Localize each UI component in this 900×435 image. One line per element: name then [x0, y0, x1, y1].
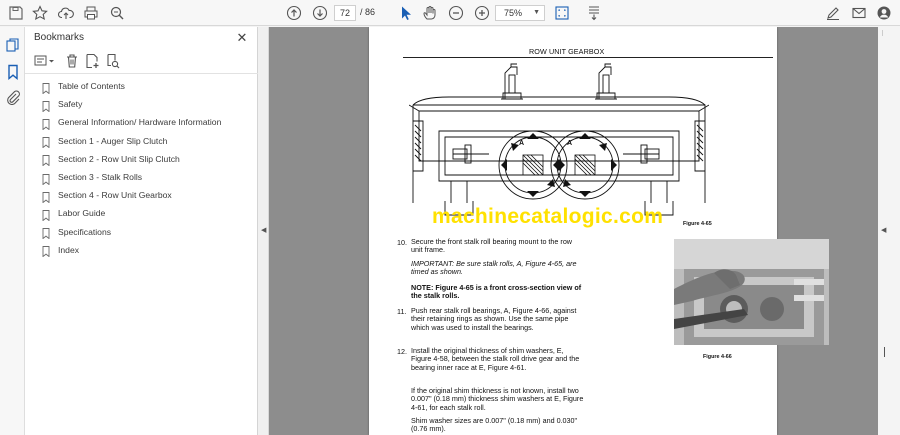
- bookmark-label: Safety: [58, 99, 83, 110]
- step-12-text: Install the original thickness of shim w…: [411, 346, 580, 372]
- share-mail-icon[interactable]: [849, 3, 869, 23]
- expand-right-panel-icon[interactable]: ◀: [881, 226, 886, 234]
- sign-pen-icon[interactable]: [823, 3, 843, 23]
- scrollbar-grip[interactable]: [884, 347, 885, 357]
- bookmark-icon: [42, 81, 50, 94]
- bookmark-icon: [42, 99, 50, 113]
- bookmarks-panel-icon[interactable]: [5, 64, 21, 80]
- bookmark-label: Section 3 - Stalk Rolls: [58, 172, 143, 182]
- step-12-number: 12.: [397, 347, 407, 356]
- bookmark-item[interactable]: Specifications: [42, 224, 111, 240]
- bookmark-item[interactable]: Section 3 - Stalk Rolls: [42, 169, 142, 185]
- header-rule: [403, 57, 773, 58]
- bookmark-label: Section 1 - Auger Slip Clutch: [58, 135, 168, 146]
- scroll-mode-icon[interactable]: [584, 3, 604, 23]
- zoom-in-icon[interactable]: [472, 3, 492, 23]
- bookmark-label: Labor Guide: [58, 208, 106, 219]
- bookmark-icon: [42, 153, 50, 167]
- zoom-search-icon[interactable]: [107, 3, 127, 23]
- find-bookmark-icon[interactable]: [104, 53, 120, 69]
- bookmark-star-icon[interactable]: [30, 3, 50, 23]
- bookmark-item[interactable]: Index: [42, 242, 79, 258]
- print-icon[interactable]: [81, 3, 101, 23]
- page-down-icon[interactable]: [310, 3, 330, 23]
- close-icon[interactable]: ✕: [235, 30, 249, 46]
- page-up-icon[interactable]: [284, 3, 304, 23]
- bookmark-item[interactable]: Safety: [42, 96, 83, 113]
- bookmark-item[interactable]: Section 2 - Row Unit Slip Clutch: [42, 151, 180, 167]
- collapse-panel-icon[interactable]: ◀: [261, 226, 266, 234]
- cloud-upload-icon[interactable]: [56, 3, 76, 23]
- step-11-number: 11.: [397, 307, 407, 316]
- bookmark-item[interactable]: Table of Contents: [42, 78, 125, 94]
- bookmark-item[interactable]: Section 1 - Auger Slip Clutch: [42, 133, 167, 149]
- diagram-label-a-left: A: [519, 140, 524, 147]
- note-text: NOTE: Figure 4-65 is a front cross-secti…: [411, 283, 582, 301]
- diagram-label-a-right: A: [567, 140, 572, 147]
- page-total: / 86: [360, 7, 376, 17]
- bookmark-label: Specifications: [58, 226, 112, 237]
- page-thumbnails-icon[interactable]: [5, 37, 21, 53]
- figure-caption-4-65: Figure 4-65: [683, 221, 712, 227]
- bookmark-label: Section 2 - Row Unit Slip Clutch: [58, 153, 180, 164]
- gearbox-diagram: A A: [409, 63, 709, 216]
- step-12-paragraph-b: If the original shim thickness is not kn…: [411, 386, 584, 412]
- delete-bookmark-icon[interactable]: [64, 53, 80, 69]
- bookmarks-title: Bookmarks: [34, 32, 85, 43]
- bookmark-icon: [42, 226, 50, 240]
- pdf-page: ROW UNIT GEARBOX A A Figure 4-65 machine…: [369, 27, 829, 435]
- hand-tool-icon[interactable]: [420, 3, 440, 23]
- step-10-text: Secure the front stalk roll bearing moun…: [411, 237, 573, 255]
- bookmark-icon: [42, 190, 50, 204]
- bookmark-label: Index: [58, 244, 80, 255]
- divider: [25, 73, 258, 74]
- bookmark-label: Table of Contents: [58, 81, 125, 91]
- bookmark-options-icon[interactable]: [34, 53, 56, 69]
- bookmark-label: Section 4 - Row Unit Gearbox: [58, 190, 172, 201]
- zoom-out-icon[interactable]: [446, 3, 466, 23]
- bookmark-icon: [42, 172, 50, 185]
- bookmark-icon: [42, 135, 50, 149]
- scroll-top-marker: [882, 30, 883, 36]
- bookmarks-panel: Bookmarks ✕ Table of Contents Safety Gener…: [25, 27, 258, 435]
- document-viewer[interactable]: ROW UNIT GEARBOX A A Figure 4-65 machine…: [269, 27, 878, 435]
- left-nav-rail: [0, 27, 25, 435]
- step-11-text: Push rear stalk roll bearings, A, Figure…: [411, 306, 577, 332]
- attachments-icon[interactable]: [5, 89, 21, 106]
- watermark: machinecatalogic.com: [432, 205, 664, 228]
- bookmark-item[interactable]: General Information/ Hardware Informatio…: [42, 114, 222, 131]
- bookmark-icon: [42, 208, 50, 222]
- figure-4-66-photo: [674, 239, 829, 345]
- page-number-input[interactable]: 72: [334, 5, 356, 21]
- select-cursor-icon[interactable]: [396, 3, 416, 23]
- step-12-paragraph-c: Shim washer sizes are 0.007" (0.18 mm) a…: [411, 416, 578, 434]
- page-header: ROW UNIT GEARBOX: [529, 47, 605, 56]
- bookmark-label: General Information/ Hardware Informatio…: [58, 117, 222, 128]
- step-10-number: 10.: [397, 238, 407, 247]
- important-note: IMPORTANT: Be sure stalk rolls, A, Figur…: [411, 259, 577, 277]
- bookmark-item[interactable]: Section 4 - Row Unit Gearbox: [42, 187, 172, 204]
- figure-caption-4-66: Figure 4-66: [703, 354, 732, 360]
- save-icon[interactable]: [6, 3, 26, 23]
- bookmark-icon: [42, 117, 50, 131]
- bookmark-icon: [42, 244, 50, 258]
- top-toolbar: 72 / 86 75% ▼: [0, 0, 900, 26]
- account-icon[interactable]: [874, 3, 894, 23]
- zoom-level-value: 75%: [504, 8, 523, 18]
- zoom-level-select[interactable]: 75% ▼: [495, 5, 545, 21]
- chevron-down-icon: ▼: [533, 9, 540, 16]
- bookmark-item[interactable]: Labor Guide: [42, 205, 106, 222]
- fit-page-icon[interactable]: [552, 3, 572, 23]
- new-bookmark-icon[interactable]: [84, 53, 100, 69]
